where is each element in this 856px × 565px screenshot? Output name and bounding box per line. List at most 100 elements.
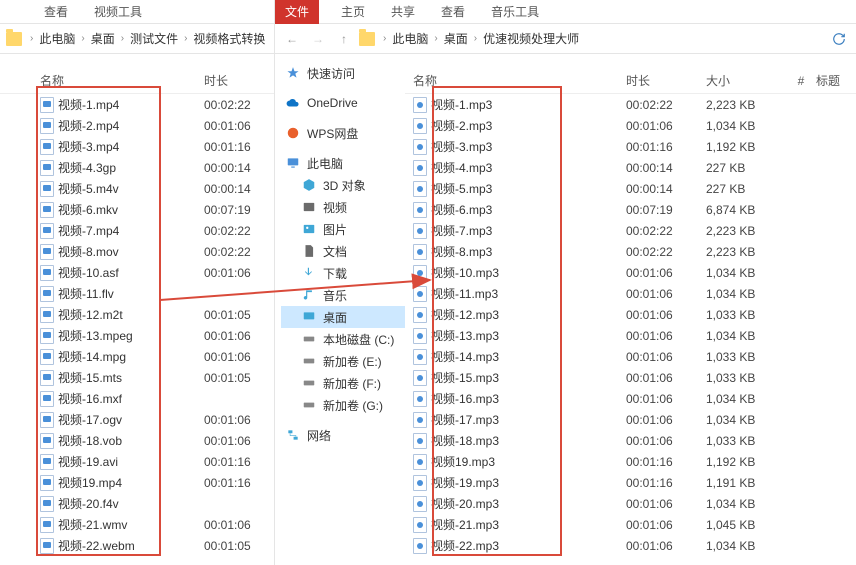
- sidebar-downloads[interactable]: 下载: [281, 262, 405, 284]
- back-button[interactable]: ←: [281, 28, 303, 50]
- sidebar-onedrive[interactable]: OneDrive: [281, 92, 405, 114]
- file-row[interactable]: 视频-3.mp400:01:16: [0, 136, 274, 157]
- file-row[interactable]: 视频-18.mp300:01:061,033 KB: [405, 430, 856, 451]
- col-header-name[interactable]: 名称: [40, 72, 204, 89]
- breadcrumb-item[interactable]: 测试文件: [130, 30, 178, 47]
- file-row[interactable]: 视频-5.mp300:00:14227 KB: [405, 178, 856, 199]
- audio-file-icon: [413, 181, 427, 197]
- file-row[interactable]: 视频-14.mpg00:01:06: [0, 346, 274, 367]
- file-duration: 00:01:06: [626, 497, 706, 511]
- forward-button[interactable]: →: [307, 28, 329, 50]
- sidebar-documents[interactable]: 文档: [281, 240, 405, 262]
- file-row[interactable]: 视频-11.mp300:01:061,034 KB: [405, 283, 856, 304]
- file-row[interactable]: 视频-22.webm00:01:05: [0, 535, 274, 556]
- audio-file-icon: [413, 433, 427, 449]
- sidebar-vol-e[interactable]: 新加卷 (E:): [281, 350, 405, 372]
- tab-view[interactable]: 查看: [437, 0, 469, 24]
- file-row[interactable]: 视频-18.vob00:01:06: [0, 430, 274, 451]
- file-row[interactable]: 视频-2.mp400:01:06: [0, 115, 274, 136]
- audio-file-icon: [413, 412, 427, 428]
- file-row[interactable]: 视频-17.ogv00:01:06: [0, 409, 274, 430]
- sidebar-vol-f[interactable]: 新加卷 (F:): [281, 372, 405, 394]
- file-row[interactable]: 视频-20.mp300:01:061,034 KB: [405, 493, 856, 514]
- file-row[interactable]: 视频-1.mp300:02:222,223 KB: [405, 94, 856, 115]
- file-row[interactable]: 视频-5.m4v00:00:14: [0, 178, 274, 199]
- file-row[interactable]: 视频-2.mp300:01:061,034 KB: [405, 115, 856, 136]
- up-button[interactable]: ↑: [333, 28, 355, 50]
- file-row[interactable]: 视频-22.mp300:01:061,034 KB: [405, 535, 856, 556]
- breadcrumb-item[interactable]: 此电脑: [392, 30, 428, 47]
- audio-file-icon: [413, 538, 427, 554]
- file-row[interactable]: 视频-10.mp300:01:061,034 KB: [405, 262, 856, 283]
- sidebar-desktop[interactable]: 桌面: [281, 306, 405, 328]
- tab-view[interactable]: 查看: [40, 0, 72, 24]
- file-row[interactable]: 视频-11.flv: [0, 283, 274, 304]
- file-row[interactable]: 视频-1.mp400:02:22: [0, 94, 274, 115]
- file-row[interactable]: 视频19.mp400:01:16: [0, 472, 274, 493]
- sidebar-quick-access[interactable]: 快速访问: [281, 62, 405, 84]
- file-row[interactable]: 视频-15.mp300:01:061,033 KB: [405, 367, 856, 388]
- video-file-icon: [40, 160, 54, 176]
- file-row[interactable]: 视频-16.mxf: [0, 388, 274, 409]
- col-header-size[interactable]: 大小: [706, 72, 786, 89]
- file-row[interactable]: 视频-6.mkv00:07:19: [0, 199, 274, 220]
- tab-video-tools[interactable]: 视频工具: [90, 0, 146, 24]
- file-row[interactable]: 视频-3.mp300:01:161,192 KB: [405, 136, 856, 157]
- file-duration: 00:01:06: [204, 329, 274, 343]
- breadcrumb-item[interactable]: 桌面: [91, 30, 115, 47]
- file-row[interactable]: 视频-19.mp300:01:161,191 KB: [405, 472, 856, 493]
- tab-home[interactable]: 主页: [337, 0, 369, 24]
- file-row[interactable]: 视频-16.mp300:01:061,034 KB: [405, 388, 856, 409]
- file-row[interactable]: 视频-15.mts00:01:05: [0, 367, 274, 388]
- breadcrumb-item[interactable]: 视频格式转换: [193, 30, 265, 47]
- col-header-title[interactable]: 标题: [816, 72, 856, 89]
- file-row[interactable]: 视频-17.mp300:01:061,034 KB: [405, 409, 856, 430]
- sidebar-network[interactable]: 网络: [281, 424, 405, 446]
- file-row[interactable]: 视频-20.f4v: [0, 493, 274, 514]
- file-row[interactable]: 视频-13.mpeg00:01:06: [0, 325, 274, 346]
- file-name: 视频-8.mov: [58, 243, 119, 260]
- file-row[interactable]: 视频-4.mp300:00:14227 KB: [405, 157, 856, 178]
- tab-file[interactable]: 文件: [275, 0, 319, 24]
- col-header-index[interactable]: #: [786, 74, 816, 88]
- breadcrumb-item[interactable]: 桌面: [444, 30, 468, 47]
- file-duration: 00:02:22: [626, 98, 706, 112]
- video-file-icon: [40, 181, 54, 197]
- file-row[interactable]: 视频-10.asf00:01:06: [0, 262, 274, 283]
- col-header-duration[interactable]: 时长: [204, 72, 274, 89]
- file-row[interactable]: 视频-14.mp300:01:061,033 KB: [405, 346, 856, 367]
- refresh-button[interactable]: [828, 32, 850, 46]
- file-row[interactable]: 视频-13.mp300:01:061,034 KB: [405, 325, 856, 346]
- file-row[interactable]: 视频-12.mp300:01:061,033 KB: [405, 304, 856, 325]
- file-row[interactable]: 视频-7.mp400:02:22: [0, 220, 274, 241]
- file-row[interactable]: 视频-8.mov00:02:22: [0, 241, 274, 262]
- tab-music-tools[interactable]: 音乐工具: [487, 0, 543, 24]
- sidebar-vol-g[interactable]: 新加卷 (G:): [281, 394, 405, 416]
- file-row[interactable]: 视频-4.3gp00:00:14: [0, 157, 274, 178]
- sidebar-this-pc[interactable]: 此电脑: [281, 152, 405, 174]
- col-header-name[interactable]: 名称: [413, 72, 626, 89]
- file-row[interactable]: 视频-8.mp300:02:222,223 KB: [405, 241, 856, 262]
- sidebar-videos[interactable]: 视频: [281, 196, 405, 218]
- file-row[interactable]: 视频-19.avi00:01:16: [0, 451, 274, 472]
- breadcrumb-item[interactable]: 此电脑: [39, 30, 75, 47]
- sidebar-label: 快速访问: [307, 65, 355, 82]
- sidebar-local-c[interactable]: 本地磁盘 (C:): [281, 328, 405, 350]
- sidebar-wps[interactable]: WPS网盘: [281, 122, 405, 144]
- file-name: 视频-14.mp3: [431, 348, 499, 365]
- right-column-headers: 名称 时长 大小 # 标题: [405, 68, 856, 94]
- file-row[interactable]: 视频-21.mp300:01:061,045 KB: [405, 514, 856, 535]
- sidebar-music[interactable]: 音乐: [281, 284, 405, 306]
- file-row[interactable]: 视频-6.mp300:07:196,874 KB: [405, 199, 856, 220]
- file-row[interactable]: 视频-21.wmv00:01:06: [0, 514, 274, 535]
- right-breadcrumb: ← → ↑ › 此电脑 › 桌面 › 优速视频处理大师: [275, 24, 856, 54]
- file-row[interactable]: 视频-7.mp300:02:222,223 KB: [405, 220, 856, 241]
- file-row[interactable]: 视频19.mp300:01:161,192 KB: [405, 451, 856, 472]
- tab-share[interactable]: 共享: [387, 0, 419, 24]
- breadcrumb-item[interactable]: 优速视频处理大师: [483, 30, 579, 47]
- file-size: 2,223 KB: [706, 245, 786, 259]
- sidebar-3d-objects[interactable]: 3D 对象: [281, 174, 405, 196]
- sidebar-pictures[interactable]: 图片: [281, 218, 405, 240]
- file-row[interactable]: 视频-12.m2t00:01:05: [0, 304, 274, 325]
- col-header-duration[interactable]: 时长: [626, 72, 706, 89]
